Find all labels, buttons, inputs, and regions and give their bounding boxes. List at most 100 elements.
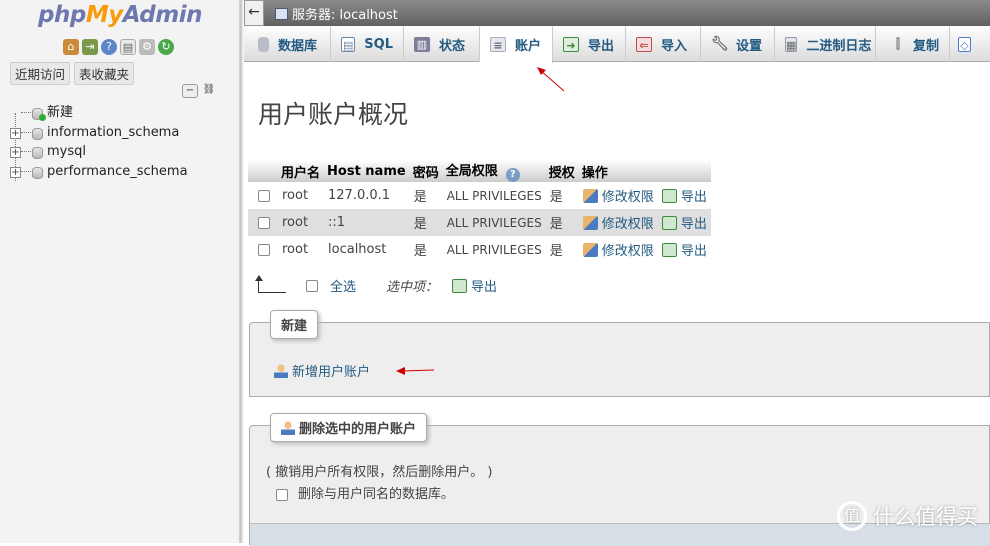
recent-tables-button[interactable]: 近期访问 bbox=[10, 62, 71, 85]
accounts-icon: ≡ bbox=[490, 37, 506, 52]
header-hostname[interactable]: Host name bbox=[324, 160, 410, 182]
row-checkbox[interactable] bbox=[258, 243, 270, 256]
help-icon[interactable]: ? bbox=[101, 39, 117, 55]
export-link[interactable]: 导出 bbox=[661, 189, 707, 205]
reload-icon[interactable]: ↻ bbox=[158, 39, 174, 55]
expand-icon[interactable]: + bbox=[10, 127, 21, 139]
tab-replication[interactable]: ⫿ 复制 bbox=[876, 26, 950, 62]
server-icon bbox=[275, 8, 288, 20]
tree-item-label[interactable]: mysql bbox=[47, 144, 86, 159]
home-icon[interactable]: ⌂ bbox=[63, 39, 79, 55]
tab-databases[interactable]: 数据库 bbox=[244, 26, 331, 62]
tab-binary-log[interactable]: ▦ 二进制日志 bbox=[775, 26, 876, 62]
row-checkbox[interactable] bbox=[258, 189, 270, 202]
nav-links: 近期访问 表收藏夹 bbox=[10, 62, 135, 85]
new-user-fieldset: 新建 新增用户账户 bbox=[249, 310, 990, 397]
export-icon bbox=[452, 279, 468, 293]
tree-item-performance-schema[interactable]: + performance_schema bbox=[8, 162, 188, 182]
cell-username: root bbox=[278, 209, 325, 236]
header-grant[interactable]: 授权 bbox=[545, 160, 579, 182]
expand-icon[interactable]: + bbox=[10, 166, 21, 178]
cell-privileges: ALL PRIVILEGES bbox=[442, 182, 546, 209]
top-menu-tabs: 数据库 ▤ SQL ▥ 状态 ≡ 账户 ➜ 导出 ⇐ 导入 🔧︎ 设置 ▦ 二进… bbox=[244, 26, 990, 63]
cell-privileges: ALL PRIVILEGES bbox=[442, 236, 546, 263]
tree-controls: − ⛓ bbox=[182, 84, 217, 98]
cell-username: root bbox=[278, 236, 325, 263]
edit-privileges-link[interactable]: 修改权限 bbox=[582, 189, 654, 205]
favorite-tables-button[interactable]: 表收藏夹 bbox=[74, 62, 135, 85]
link-with-main-icon[interactable]: ⛓ bbox=[201, 84, 217, 98]
cell-hostname: 127.0.0.1 bbox=[324, 182, 410, 209]
export-link[interactable]: 导出 bbox=[661, 216, 707, 232]
with-selected-bar: 全选 选中项： 导出 bbox=[255, 274, 497, 295]
edit-privileges-link[interactable]: 修改权限 bbox=[582, 243, 654, 259]
cell-grant: 是 bbox=[545, 236, 579, 263]
sql-icon: ▤ bbox=[341, 36, 356, 52]
edit-privileges-link[interactable]: 修改权限 bbox=[582, 216, 654, 232]
collapse-all-icon[interactable]: − bbox=[182, 84, 198, 98]
add-user-link[interactable]: 新增用户账户 bbox=[274, 361, 370, 380]
wrench-icon: 🔧︎ bbox=[711, 35, 729, 52]
edit-user-icon bbox=[582, 243, 598, 257]
cell-privileges: ALL PRIVILEGES bbox=[442, 209, 546, 236]
export-link[interactable]: 导出 bbox=[661, 243, 707, 259]
server-breadcrumb[interactable]: 服务器: localhost bbox=[275, 4, 398, 23]
help-icon[interactable]: ? bbox=[505, 168, 520, 182]
tree-item-label[interactable]: 新建 bbox=[47, 105, 73, 120]
tab-export[interactable]: ➜ 导出 bbox=[553, 26, 626, 62]
breadcrumb-bar: ← 服务器: localhost bbox=[244, 0, 990, 26]
exit-icon[interactable]: ⇥ bbox=[82, 39, 98, 55]
replication-icon: ⫿ bbox=[895, 36, 901, 52]
drop-db-checkbox[interactable] bbox=[276, 488, 288, 501]
with-selected-label: 选中项： bbox=[386, 280, 439, 295]
header-password[interactable]: 密码 bbox=[409, 160, 443, 182]
tree-item-label[interactable]: information_schema bbox=[47, 125, 179, 140]
cell-actions: 修改权限 导出 bbox=[578, 182, 711, 209]
database-tree: 新建 + information_schema + mysql + perfor… bbox=[8, 103, 188, 181]
export-icon bbox=[661, 216, 677, 230]
header-global-privileges[interactable]: 全局权限? bbox=[442, 160, 546, 182]
binlog-icon: ▦ bbox=[785, 36, 798, 52]
cell-hostname: localhost bbox=[324, 236, 410, 263]
table-row: root localhost 是 ALL PRIVILEGES 是 修改权限 导… bbox=[248, 236, 711, 263]
plus-badge-icon bbox=[39, 114, 46, 121]
page-title: 用户账户概况 bbox=[258, 100, 409, 129]
tab-settings[interactable]: 🔧︎ 设置 bbox=[701, 26, 775, 62]
tree-item-mysql[interactable]: + mysql bbox=[8, 142, 188, 162]
phpmyadmin-logo[interactable]: phpMyAdmin bbox=[38, 2, 202, 28]
table-header-row: 用户名 Host name 密码 全局权限? 授权 操作 bbox=[248, 160, 711, 182]
database-icon bbox=[32, 147, 43, 159]
tab-more[interactable]: ◇ bbox=[950, 26, 990, 62]
database-icon bbox=[32, 166, 43, 179]
export-icon: ➜ bbox=[563, 36, 579, 52]
check-all-checkbox[interactable] bbox=[306, 279, 318, 292]
cell-actions: 修改权限 导出 bbox=[578, 236, 711, 263]
check-all-label[interactable]: 全选 bbox=[330, 276, 356, 295]
expand-icon[interactable]: + bbox=[10, 147, 21, 158]
tree-item-label[interactable]: performance_schema bbox=[47, 164, 188, 179]
export-selected-link[interactable]: 导出 bbox=[452, 276, 497, 295]
collapse-nav-button[interactable]: ← bbox=[244, 0, 264, 26]
delete-legend: 删除选中的用户账户 bbox=[270, 413, 428, 442]
tab-status[interactable]: ▥ 状态 bbox=[404, 26, 480, 62]
delete-user-icon bbox=[281, 421, 295, 435]
tab-import[interactable]: ⇐ 导入 bbox=[626, 26, 701, 62]
row-checkbox[interactable] bbox=[258, 216, 270, 229]
tab-accounts[interactable]: ≡ 账户 bbox=[480, 26, 553, 63]
database-icon bbox=[32, 127, 43, 140]
header-username[interactable]: 用户名 bbox=[278, 160, 325, 182]
watermark: 值 什么值得买 bbox=[837, 501, 978, 531]
tab-sql[interactable]: ▤ SQL bbox=[331, 26, 404, 62]
cell-password: 是 bbox=[409, 209, 443, 236]
tree-item-information-schema[interactable]: + information_schema bbox=[8, 123, 188, 143]
navigation-panel: phpMyAdmin ⌂ ⇥ ? ▤ ⚙ ↻ 近期访问 表收藏夹 − ⛓ 新建 … bbox=[0, 0, 240, 543]
tree-item-new[interactable]: 新建 bbox=[8, 103, 188, 123]
cell-password: 是 bbox=[409, 236, 443, 263]
main-content: 用户账户概况 用户名 Host name 密码 全局权限? 授权 操作 root… bbox=[244, 63, 990, 546]
user-accounts-table: 用户名 Host name 密码 全局权限? 授权 操作 root 127.0.… bbox=[248, 160, 711, 263]
gear-icon[interactable]: ⚙ bbox=[139, 39, 155, 55]
annotation-arrow-tab bbox=[537, 67, 565, 92]
drop-db-option[interactable]: 删除与用户同名的数据库。 bbox=[276, 483, 454, 502]
docs-icon[interactable]: ▤ bbox=[120, 39, 136, 55]
more-icon: ◇ bbox=[958, 36, 971, 52]
